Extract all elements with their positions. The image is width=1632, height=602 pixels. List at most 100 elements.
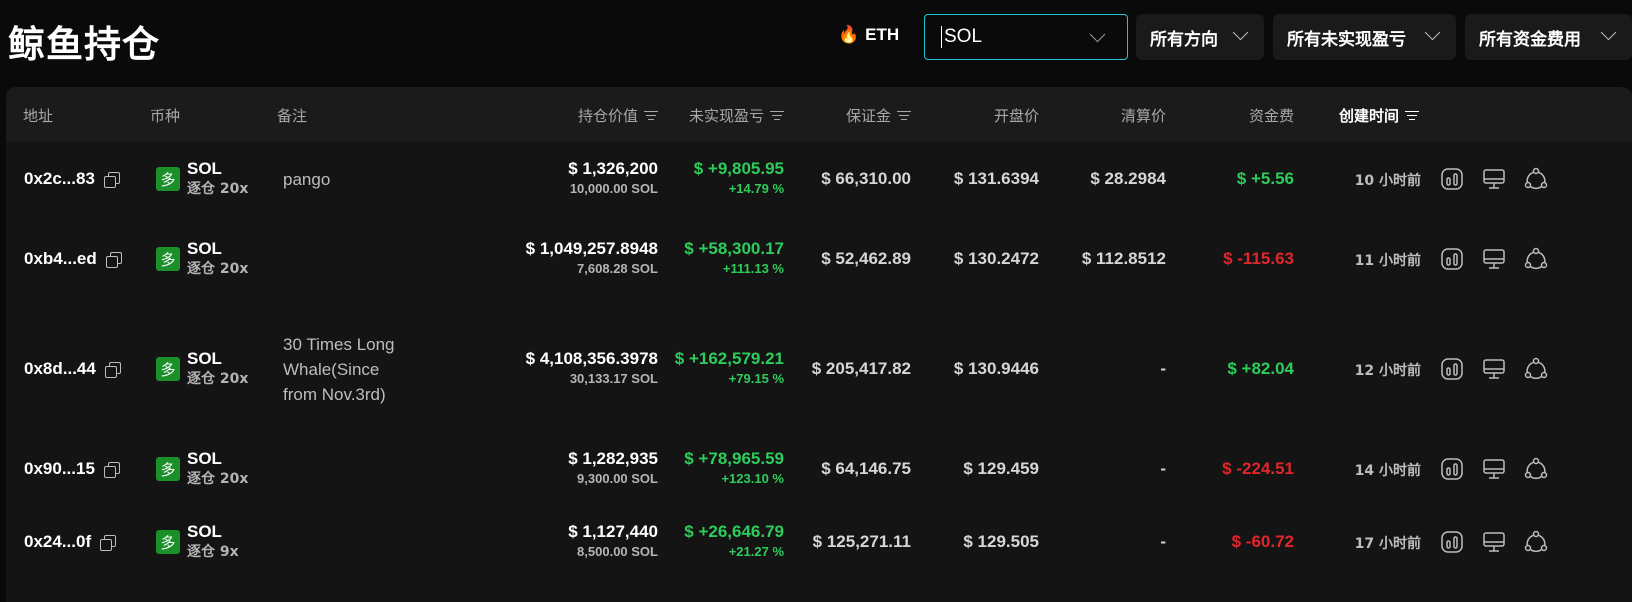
entry-price: $ 130.9446 — [953, 359, 1039, 378]
created-time: 10 小时前 — [1354, 173, 1421, 189]
hot-token-eth[interactable]: 🔥 ETH — [838, 25, 899, 45]
header-created-time[interactable]: 创建时间 — [1339, 105, 1420, 126]
pnl-percent: +14.79 % — [728, 181, 784, 196]
table-row[interactable]: 0x24...0f 多 SOL 逐仓 9x $ 1,127,440 8,500.… — [6, 502, 1632, 582]
pnl-cell: $ +58,300.17 +111.13 % — [684, 239, 784, 279]
address-cell[interactable]: 0x24...0f — [24, 532, 117, 552]
unrealized-pnl: $ +9,805.95 — [693, 159, 784, 178]
created-time: 12 小时前 — [1354, 363, 1421, 379]
header-address: 地址 — [23, 107, 54, 125]
wallet-address[interactable]: 0x8d...44 — [24, 359, 96, 379]
pnl-percent: +21.27 % — [728, 544, 784, 559]
row-actions — [1440, 357, 1548, 381]
header-margin[interactable]: 保证金 — [846, 105, 911, 126]
note-text: pango — [283, 169, 331, 189]
positions-table: 地址 币种 备注 持仓价值 未实现盈亏 保证金 开盘价 清算价 资金费 创建时间… — [6, 87, 1632, 602]
monitor-icon[interactable] — [1482, 167, 1506, 191]
wallet-address[interactable]: 0xb4...ed — [24, 249, 97, 269]
copy-icon[interactable] — [103, 461, 120, 478]
long-badge: 多 — [156, 357, 180, 381]
address-cell[interactable]: 0x2c...83 — [24, 169, 120, 189]
share-icon[interactable] — [1524, 530, 1548, 554]
unrealized-pnl: $ +26,646.79 — [684, 522, 784, 541]
header-funding: 资金费 — [1248, 107, 1294, 125]
copy-icon[interactable] — [104, 361, 121, 378]
share-icon[interactable] — [1524, 247, 1548, 271]
position-value-cell: $ 1,326,200 10,000.00 SOL — [568, 159, 658, 199]
liq-price: - — [1160, 359, 1166, 378]
funding-dropdown[interactable]: 所有资金费用 — [1465, 14, 1632, 60]
share-icon[interactable] — [1524, 457, 1548, 481]
filter-icon[interactable] — [770, 110, 784, 121]
position-value: $ 1,326,200 — [568, 159, 658, 178]
coin-symbol: SOL — [187, 159, 222, 178]
funding-fee: $ -115.63 — [1223, 249, 1294, 268]
hot-token-label: ETH — [865, 25, 900, 44]
table-row[interactable]: 0x8d...44 多 SOL 逐仓 20x 30 Times Long Wha… — [6, 309, 1632, 429]
address-cell[interactable]: 0x8d...44 — [24, 359, 121, 379]
long-badge: 多 — [156, 530, 180, 554]
pnl-percent: +111.13 % — [722, 261, 784, 276]
liq-price: $ 112.8512 — [1081, 249, 1166, 268]
table-row[interactable]: 0xb4...ed 多 SOL 逐仓 20x $ 1,049,257.8948 … — [6, 219, 1632, 299]
copy-icon[interactable] — [105, 251, 122, 268]
monitor-icon[interactable] — [1482, 457, 1506, 481]
header-unrealized-pnl[interactable]: 未实现盈亏 — [689, 105, 784, 126]
direction-dropdown[interactable]: 所有方向 — [1136, 14, 1264, 60]
table-row[interactable]: 0x90...15 多 SOL 逐仓 20x $ 1,282,935 9,300… — [6, 429, 1632, 509]
coin-cell: 多 SOL 逐仓 20x — [156, 239, 248, 279]
funding-dropdown-label: 所有资金费用 — [1479, 29, 1581, 50]
entry-price: $ 129.505 — [963, 532, 1039, 551]
coin-search-input[interactable] — [941, 26, 1081, 48]
chevron-down-icon[interactable] — [1089, 26, 1106, 43]
address-cell[interactable]: 0xb4...ed — [24, 249, 122, 269]
copy-icon[interactable] — [103, 171, 120, 188]
position-value: $ 1,127,440 — [568, 522, 658, 541]
filter-icon[interactable] — [1405, 110, 1420, 121]
wallet-address[interactable]: 0x90...15 — [24, 459, 95, 479]
share-icon[interactable] — [1524, 357, 1548, 381]
chart-icon[interactable] — [1440, 167, 1464, 191]
margin-mode: 逐仓 9x — [187, 544, 239, 560]
margin-value: $ 205,417.82 — [811, 359, 911, 378]
chart-icon[interactable] — [1440, 357, 1464, 381]
direction-dropdown-label: 所有方向 — [1150, 29, 1218, 50]
margin-value: $ 66,310.00 — [821, 169, 911, 188]
copy-icon[interactable] — [99, 534, 117, 551]
header-liq-price: 清算价 — [1120, 107, 1166, 125]
table-header: 地址 币种 备注 持仓价值 未实现盈亏 保证金 开盘价 清算价 资金费 创建时间 — [6, 87, 1632, 142]
position-size: 10,000.00 SOL — [569, 181, 658, 196]
coin-search-box[interactable] — [924, 14, 1128, 60]
table-row[interactable]: 0x2c...83 多 SOL 逐仓 20x pango $ 1,326,200… — [6, 139, 1632, 219]
position-size: 8,500.00 SOL — [577, 544, 658, 559]
share-icon[interactable] — [1524, 167, 1548, 191]
wallet-address[interactable]: 0x2c...83 — [24, 169, 95, 189]
position-size: 30,133.17 SOL — [569, 371, 658, 386]
chevron-down-icon — [1600, 24, 1617, 41]
monitor-icon[interactable] — [1482, 530, 1506, 554]
address-cell[interactable]: 0x90...15 — [24, 459, 120, 479]
liq-price: - — [1160, 532, 1166, 551]
position-value-cell: $ 4,108,356.3978 30,133.17 SOL — [526, 349, 658, 389]
pnl-dropdown[interactable]: 所有未实现盈亏 — [1273, 14, 1456, 60]
chart-icon[interactable] — [1440, 457, 1464, 481]
filter-icon[interactable] — [644, 110, 658, 121]
liq-price: $ 28.2984 — [1090, 169, 1166, 188]
position-value: $ 1,282,935 — [568, 449, 658, 468]
monitor-icon[interactable] — [1482, 247, 1506, 271]
pnl-dropdown-label: 所有未实现盈亏 — [1287, 29, 1406, 50]
chart-icon[interactable] — [1440, 530, 1464, 554]
header-position-value[interactable]: 持仓价值 — [578, 105, 658, 126]
filter-icon[interactable] — [897, 110, 911, 121]
created-time: 17 小时前 — [1354, 536, 1421, 552]
margin-mode: 逐仓 20x — [187, 261, 249, 277]
unrealized-pnl: $ +162,579.21 — [674, 349, 784, 368]
margin-value: $ 52,462.89 — [821, 249, 911, 268]
chart-icon[interactable] — [1440, 247, 1464, 271]
row-actions — [1440, 530, 1548, 554]
wallet-address[interactable]: 0x24...0f — [24, 532, 91, 552]
entry-price: $ 131.6394 — [953, 169, 1039, 188]
filter-bar: 🔥 ETH 所有方向 所有未实现盈亏 所有资金费用 — [0, 14, 1632, 60]
pnl-cell: $ +26,646.79 +21.27 % — [684, 522, 784, 562]
monitor-icon[interactable] — [1482, 357, 1506, 381]
